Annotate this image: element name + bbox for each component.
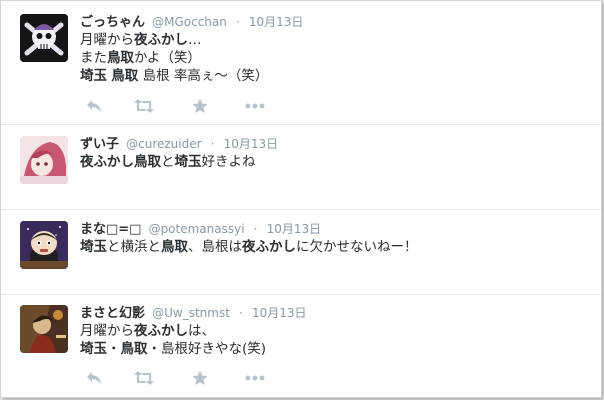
- tweet-timeline: ごっちゃん @MGocchan · 10月13日 月曜から夜ふかし… また鳥取かよ…: [0, 0, 602, 398]
- favorite-button[interactable]: [188, 96, 212, 116]
- text-segment: 、島根は: [188, 239, 242, 255]
- tweet-item[interactable]: まさと幻影 @Uw_stnmst · 10月13日 月曜から夜ふかしは、 埼玉・鳥…: [1, 294, 601, 397]
- star-icon: [192, 370, 208, 385]
- text-segment: 島根 率高ぇ～（笑）: [138, 68, 269, 84]
- hashtag-keyword: 夜ふかし: [134, 32, 188, 48]
- user-handle[interactable]: @potemanassyi: [149, 222, 245, 236]
- hashtag-keyword: 夜ふかし: [134, 323, 188, 339]
- tweet-header: ずい子 @curezuider · 10月13日: [80, 134, 591, 152]
- user-name[interactable]: まさと幻影: [80, 306, 145, 321]
- skull-flag-icon: [20, 14, 68, 62]
- text-segment: また: [80, 50, 107, 66]
- user-handle[interactable]: @Uw_stnmst: [152, 306, 230, 320]
- reply-button[interactable]: [82, 368, 106, 388]
- reply-icon: [87, 100, 101, 112]
- tweet-text-line: また鳥取かよ（笑）: [80, 49, 591, 67]
- tweet-content: まな□=□ @potemanassyi · 10月13日 埼玉と横浜と鳥取、島根…: [80, 219, 591, 256]
- hashtag-keyword: 鳥取: [111, 68, 139, 84]
- tweet-text: 埼玉と横浜と鳥取、島根は夜ふかしに欠かせないねー！: [80, 238, 591, 256]
- text-segment: ・: [147, 341, 162, 357]
- avatar[interactable]: [20, 221, 68, 269]
- text-segment: 島根好きやな(笑): [161, 341, 267, 357]
- retweet-button[interactable]: [132, 96, 156, 116]
- hashtag-keyword: 鳥取: [107, 50, 134, 66]
- text-segment: ・: [107, 341, 121, 357]
- user-name[interactable]: ずい子: [80, 137, 119, 152]
- tweet-item[interactable]: まな□=□ @potemanassyi · 10月13日 埼玉と横浜と鳥取、島根…: [1, 209, 601, 295]
- retweet-button[interactable]: [132, 368, 156, 388]
- hashtag-keyword: 夜ふかし: [80, 154, 134, 170]
- hashtag-keyword: 埼玉: [80, 239, 107, 255]
- text-segment: に欠かせないねー！: [296, 239, 418, 255]
- tweet-header: ごっちゃん @MGocchan · 10月13日: [80, 12, 591, 30]
- text-segment: 月曜から: [80, 323, 134, 339]
- hashtag-keyword: 鳥取: [161, 239, 188, 255]
- hashtag-keyword: 埼玉: [80, 68, 107, 84]
- tweet-item[interactable]: ごっちゃん @MGocchan · 10月13日 月曜から夜ふかし… また鳥取かよ…: [1, 1, 601, 125]
- text-segment: …: [188, 32, 202, 48]
- more-button[interactable]: [243, 368, 267, 388]
- avatar[interactable]: [20, 305, 68, 353]
- tweet-content: ごっちゃん @MGocchan · 10月13日 月曜から夜ふかし… また鳥取かよ…: [80, 12, 591, 85]
- reply-icon: [87, 372, 101, 384]
- reply-button[interactable]: [82, 96, 106, 116]
- more-dots-icon: [245, 375, 265, 381]
- tweet-text-line: 埼玉と横浜と鳥取、島根は夜ふかしに欠かせないねー！: [80, 238, 591, 256]
- text-segment: 月曜から: [80, 32, 134, 48]
- user-name[interactable]: まな□=□: [80, 222, 141, 237]
- text-segment: と: [161, 154, 175, 170]
- timestamp[interactable]: 10月13日: [267, 222, 322, 236]
- retweet-icon: [134, 371, 154, 385]
- tweet-text-line: 埼玉・鳥取・島根好きやな(笑): [80, 340, 591, 358]
- hashtag-keyword: 夜ふかし: [242, 239, 296, 255]
- hashtag-keyword: 埼玉: [174, 154, 202, 170]
- tweet-text: 月曜から夜ふかしは、 埼玉・鳥取・島根好きやな(笑): [80, 322, 591, 358]
- tweet-content: まさと幻影 @Uw_stnmst · 10月13日 月曜から夜ふかしは、 埼玉・鳥…: [80, 303, 591, 358]
- user-name[interactable]: ごっちゃん: [80, 15, 145, 30]
- avatar[interactable]: [20, 136, 68, 184]
- tweet-header: まな□=□ @potemanassyi · 10月13日: [80, 219, 591, 237]
- tweet-text-line: 夜ふかし鳥取と埼玉好きよね: [80, 153, 591, 171]
- meta-separator: ·: [235, 15, 240, 29]
- meta-separator: ·: [210, 137, 215, 151]
- hashtag-keyword: 鳥取: [134, 154, 161, 170]
- retweet-icon: [134, 99, 154, 113]
- meta-separator: ·: [253, 222, 258, 236]
- tweet-text: 月曜から夜ふかし… また鳥取かよ（笑） 埼玉 鳥取 島根 率高ぇ～（笑）: [80, 31, 591, 85]
- tweet-text: 夜ふかし鳥取と埼玉好きよね: [80, 153, 591, 171]
- text-segment: は、: [188, 323, 215, 339]
- illustration-avatar-icon: [20, 305, 68, 353]
- tweet-text-line: 月曜から夜ふかしは、: [80, 322, 591, 340]
- timestamp[interactable]: 10月13日: [249, 15, 304, 29]
- more-button[interactable]: [243, 96, 267, 116]
- hashtag-keyword: 埼玉: [80, 341, 107, 357]
- text-segment: 好きよね: [201, 154, 256, 170]
- hashtag-keyword: 鳥取: [120, 341, 148, 357]
- user-handle[interactable]: @MGocchan: [152, 15, 227, 29]
- user-handle[interactable]: @curezuider: [126, 137, 201, 151]
- meta-separator: ·: [239, 306, 243, 320]
- favorite-button[interactable]: [188, 368, 212, 388]
- text-segment: と横浜と: [107, 239, 161, 255]
- timestamp[interactable]: 10月13日: [252, 306, 307, 320]
- avatar[interactable]: [20, 14, 68, 62]
- tweet-text-line: 埼玉 鳥取 島根 率高ぇ～（笑）: [80, 67, 591, 85]
- text-segment: かよ（笑）: [134, 50, 201, 66]
- tweet-content: ずい子 @curezuider · 10月13日 夜ふかし鳥取と埼玉好きよね: [80, 134, 591, 171]
- tweet-item[interactable]: ずい子 @curezuider · 10月13日 夜ふかし鳥取と埼玉好きよね: [1, 124, 601, 210]
- more-dots-icon: [245, 103, 265, 109]
- anime-girl-avatar-icon: [20, 136, 68, 184]
- cartoon-character-avatar-icon: [20, 221, 68, 269]
- star-icon: [192, 98, 208, 113]
- tweet-text-line: 月曜から夜ふかし…: [80, 31, 591, 49]
- tweet-header: まさと幻影 @Uw_stnmst · 10月13日: [80, 303, 591, 321]
- timestamp[interactable]: 10月13日: [224, 137, 279, 151]
